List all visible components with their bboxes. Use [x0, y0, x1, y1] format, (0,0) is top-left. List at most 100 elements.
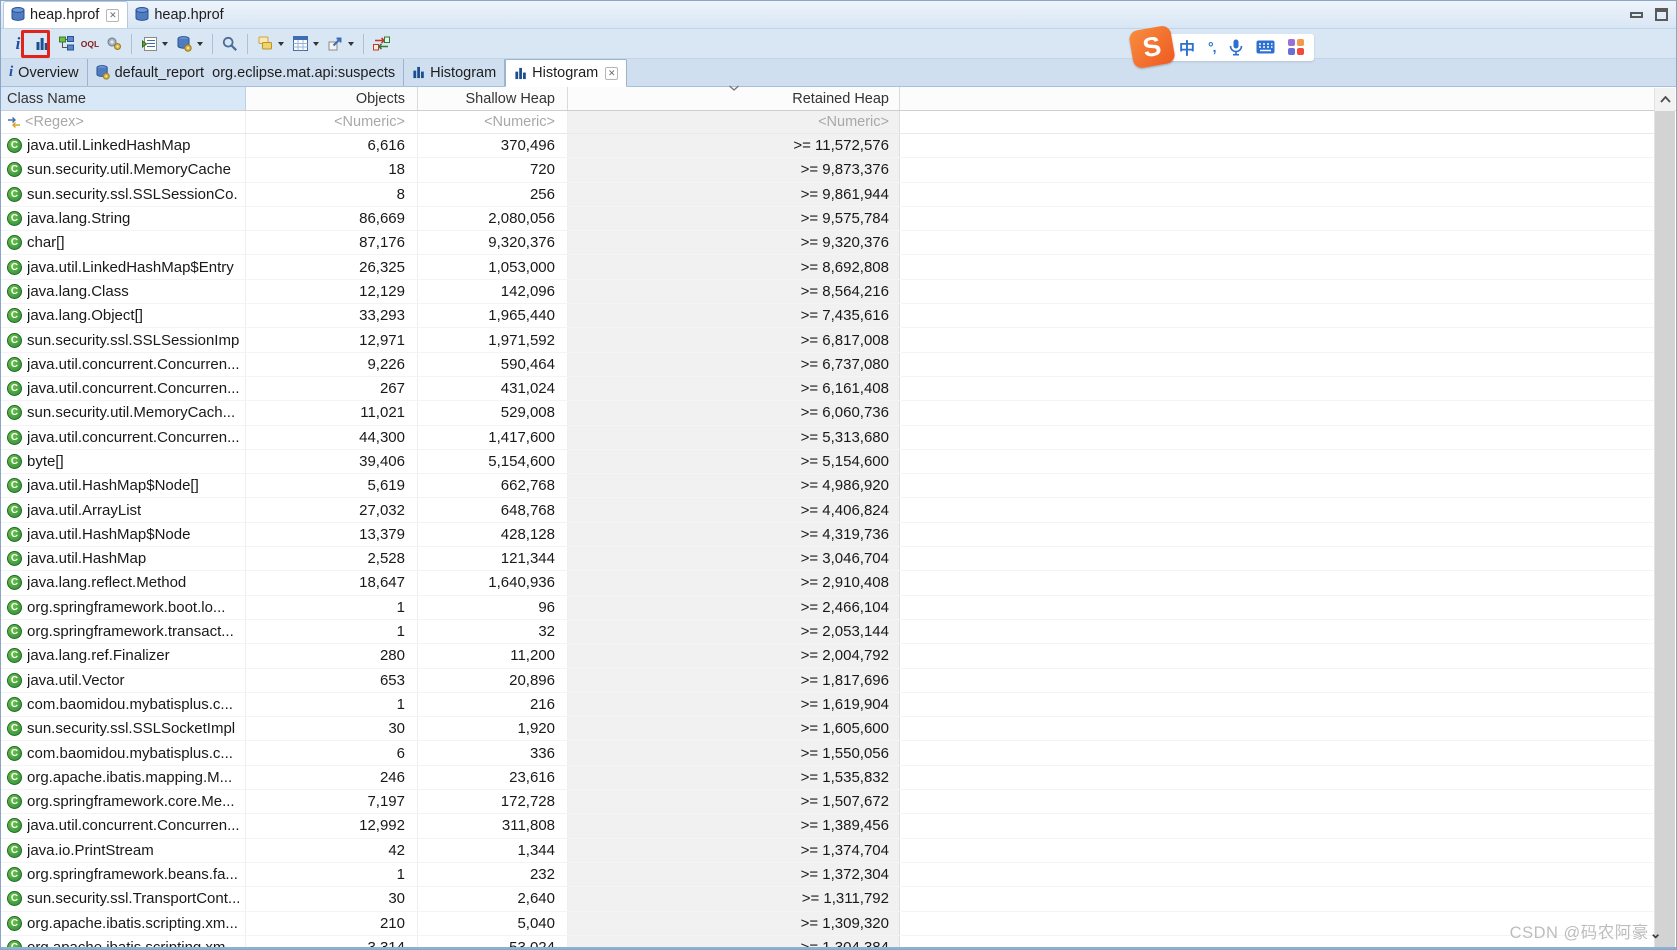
table-row[interactable]: C org.springframework.core.Me... 7,197 1…	[1, 790, 1654, 815]
group-by-button[interactable]	[253, 32, 277, 56]
table-row[interactable]: C java.util.HashMap$Node[] 5,619 662,768…	[1, 474, 1654, 499]
class-name-filter-input[interactable]: <Regex>	[1, 111, 246, 133]
objects-cell: 280	[246, 644, 418, 668]
calculator-button[interactable]	[288, 32, 312, 56]
shallow-heap-cell: 32	[418, 619, 568, 644]
scrollbar-thumb[interactable]	[1655, 111, 1675, 947]
table-row[interactable]: C byte[] 39,406 5,154,600 >= 5,154,600	[1, 449, 1654, 475]
thread-overview-group	[137, 32, 172, 56]
column-header-retained-heap[interactable]: Retained Heap	[568, 85, 900, 110]
table-row[interactable]: C char[] 87,176 9,320,376 >= 9,320,376	[1, 231, 1654, 256]
table-row[interactable]: C java.lang.reflect.Method 18,647 1,640,…	[1, 571, 1654, 596]
class-name-cell: C java.io.PrintStream	[1, 838, 246, 862]
retained-heap-cell: >= 9,873,376	[568, 158, 900, 182]
maximize-button[interactable]	[1655, 8, 1668, 21]
class-icon: C	[7, 672, 22, 688]
class-name-text: org.springframework.core.Me...	[27, 793, 235, 811]
chevron-down-icon[interactable]	[162, 41, 168, 46]
shallow-heap-cell: 1,920	[418, 717, 568, 741]
column-header-objects[interactable]: Objects	[246, 87, 418, 110]
keyboard-icon[interactable]	[1256, 40, 1275, 54]
chevron-down-icon[interactable]	[313, 41, 319, 46]
minimize-button[interactable]	[1630, 12, 1643, 18]
close-icon[interactable]: ✕	[106, 8, 120, 22]
row-filler	[900, 377, 1654, 400]
oql-button[interactable]: OQL	[78, 32, 102, 56]
sogou-logo-icon[interactable]: S	[1128, 24, 1176, 70]
microphone-icon[interactable]	[1229, 39, 1243, 56]
table-row[interactable]: C java.lang.ref.Finalizer 280 11,200 >= …	[1, 644, 1654, 669]
table-row[interactable]: C sun.security.util.MemoryCache 18 720 >…	[1, 158, 1654, 183]
table-row[interactable]: C java.util.ArrayList 27,032 648,768 >= …	[1, 498, 1654, 523]
objects-cell: 210	[246, 911, 418, 935]
table-row[interactable]: C java.util.concurrent.Concurren... 44,3…	[1, 425, 1654, 450]
table-row[interactable]: C sun.security.util.MemoryCach... 11,021…	[1, 401, 1654, 426]
table-row[interactable]: C java.lang.String 86,669 2,080,056 >= 9…	[1, 206, 1654, 232]
export-button[interactable]	[323, 32, 347, 56]
retained-heap-cell: >= 1,507,672	[568, 790, 900, 814]
table-row[interactable]: C sun.security.ssl.SSLSessionImpl 12,971…	[1, 328, 1654, 353]
table-row[interactable]: C com.baomidou.mybatisplus.c... 6 336 >=…	[1, 741, 1654, 766]
column-header-class-name[interactable]: Class Name	[1, 87, 246, 110]
editor-tab-heap-hprof-2[interactable]: heap.hprof	[128, 1, 231, 28]
table-row[interactable]: C java.lang.Class 12,129 142,096 >= 8,56…	[1, 279, 1654, 305]
close-icon[interactable]: ✕	[605, 66, 619, 80]
class-name-text: sun.security.ssl.TransportCont...	[27, 890, 239, 908]
vertical-scrollbar[interactable]	[1654, 88, 1675, 947]
tab-overview[interactable]: i Overview	[1, 59, 88, 86]
shallow-heap-filter-input[interactable]: <Numeric>	[418, 111, 568, 133]
tab-histogram-2[interactable]: Histogram ✕	[505, 59, 628, 87]
toolbox-grid-icon[interactable]	[1287, 39, 1304, 55]
editor-tab-heap-hprof-1[interactable]: heap.hprof ✕	[3, 1, 129, 28]
table-row[interactable]: C org.springframework.transact... 1 32 >…	[1, 619, 1654, 645]
class-icon: C	[7, 818, 22, 834]
table-row[interactable]: C org.springframework.boot.lo... 1 96 >=…	[1, 595, 1654, 620]
table-row[interactable]: C sun.security.ssl.SSLSocketImpl 30 1,92…	[1, 717, 1654, 742]
retained-heap-cell: >= 4,986,920	[568, 474, 900, 498]
table-row[interactable]: C sun.security.ssl.SSLSessionCo... 8 256…	[1, 182, 1654, 207]
table-row[interactable]: C java.util.concurrent.Concurren... 9,22…	[1, 352, 1654, 377]
chinese-mode-icon[interactable]: 中	[1179, 35, 1195, 59]
table-row[interactable]: C org.apache.ibatis.scripting.xm... 210 …	[1, 911, 1654, 936]
punctuation-icon[interactable]: °,	[1208, 39, 1216, 55]
objects-cell: 30	[246, 887, 418, 911]
chevron-down-icon[interactable]	[197, 41, 203, 46]
tab-histogram-1[interactable]: Histogram	[404, 59, 506, 86]
histogram-button[interactable]	[30, 32, 54, 56]
table-row[interactable]: C sun.security.ssl.TransportCont... 30 2…	[1, 887, 1654, 912]
thread-overview-button[interactable]	[137, 32, 161, 56]
settings-button[interactable]	[102, 32, 126, 56]
shallow-heap-cell: 2,080,056	[418, 206, 568, 231]
table-row[interactable]: C java.util.LinkedHashMap$Entry 26,325 1…	[1, 255, 1654, 280]
info-button[interactable]: i	[6, 32, 30, 56]
thread-overview-icon	[141, 36, 157, 51]
table-row[interactable]: C java.io.PrintStream 42 1,344 >= 1,374,…	[1, 838, 1654, 863]
table-row[interactable]: C java.util.HashMap 2,528 121,344 >= 3,0…	[1, 547, 1654, 572]
table-row[interactable]: C org.apache.ibatis.scripting.xm... 3,31…	[1, 935, 1654, 947]
table-row[interactable]: C java.util.HashMap$Node 13,379 428,128 …	[1, 522, 1654, 548]
column-header-shallow-heap[interactable]: Shallow Heap	[418, 87, 568, 110]
table-row[interactable]: C java.util.concurrent.Concurren... 267 …	[1, 376, 1654, 402]
table-row[interactable]: C org.springframework.beans.fa... 1 232 …	[1, 862, 1654, 888]
class-name-text: org.springframework.beans.fa...	[27, 866, 238, 884]
table-row[interactable]: C java.util.LinkedHashMap 6,616 370,496 …	[1, 134, 1654, 159]
search-button[interactable]	[218, 32, 242, 56]
run-report-button[interactable]	[172, 32, 196, 56]
chevron-down-icon[interactable]	[278, 41, 284, 46]
dominator-tree-button[interactable]	[54, 32, 78, 56]
table-row[interactable]: C com.baomidou.mybatisplus.c... 1 216 >=…	[1, 692, 1654, 718]
table-row[interactable]: C java.util.concurrent.Concurren... 12,9…	[1, 814, 1654, 839]
shallow-heap-cell: 142,096	[418, 279, 568, 304]
chevron-down-icon[interactable]	[348, 41, 354, 46]
table-row[interactable]: C org.apache.ibatis.mapping.M... 246 23,…	[1, 765, 1654, 791]
retained-heap-filter-input[interactable]: <Numeric>	[568, 111, 900, 133]
class-name-text: byte[]	[27, 453, 64, 470]
table-row[interactable]: C java.lang.Object[] 33,293 1,965,440 >=…	[1, 304, 1654, 329]
scrollbar-up-button[interactable]	[1655, 88, 1675, 110]
table-row[interactable]: C java.util.Vector 653 20,896 >= 1,817,6…	[1, 668, 1654, 693]
compare-button[interactable]	[369, 32, 393, 56]
retained-heap-cell: >= 1,372,304	[568, 862, 900, 887]
objects-filter-input[interactable]: <Numeric>	[246, 111, 418, 133]
tab-default-report[interactable]: default_report org.eclipse.mat.api:suspe…	[88, 59, 405, 86]
class-name-cell: C java.lang.Object[]	[1, 304, 246, 328]
